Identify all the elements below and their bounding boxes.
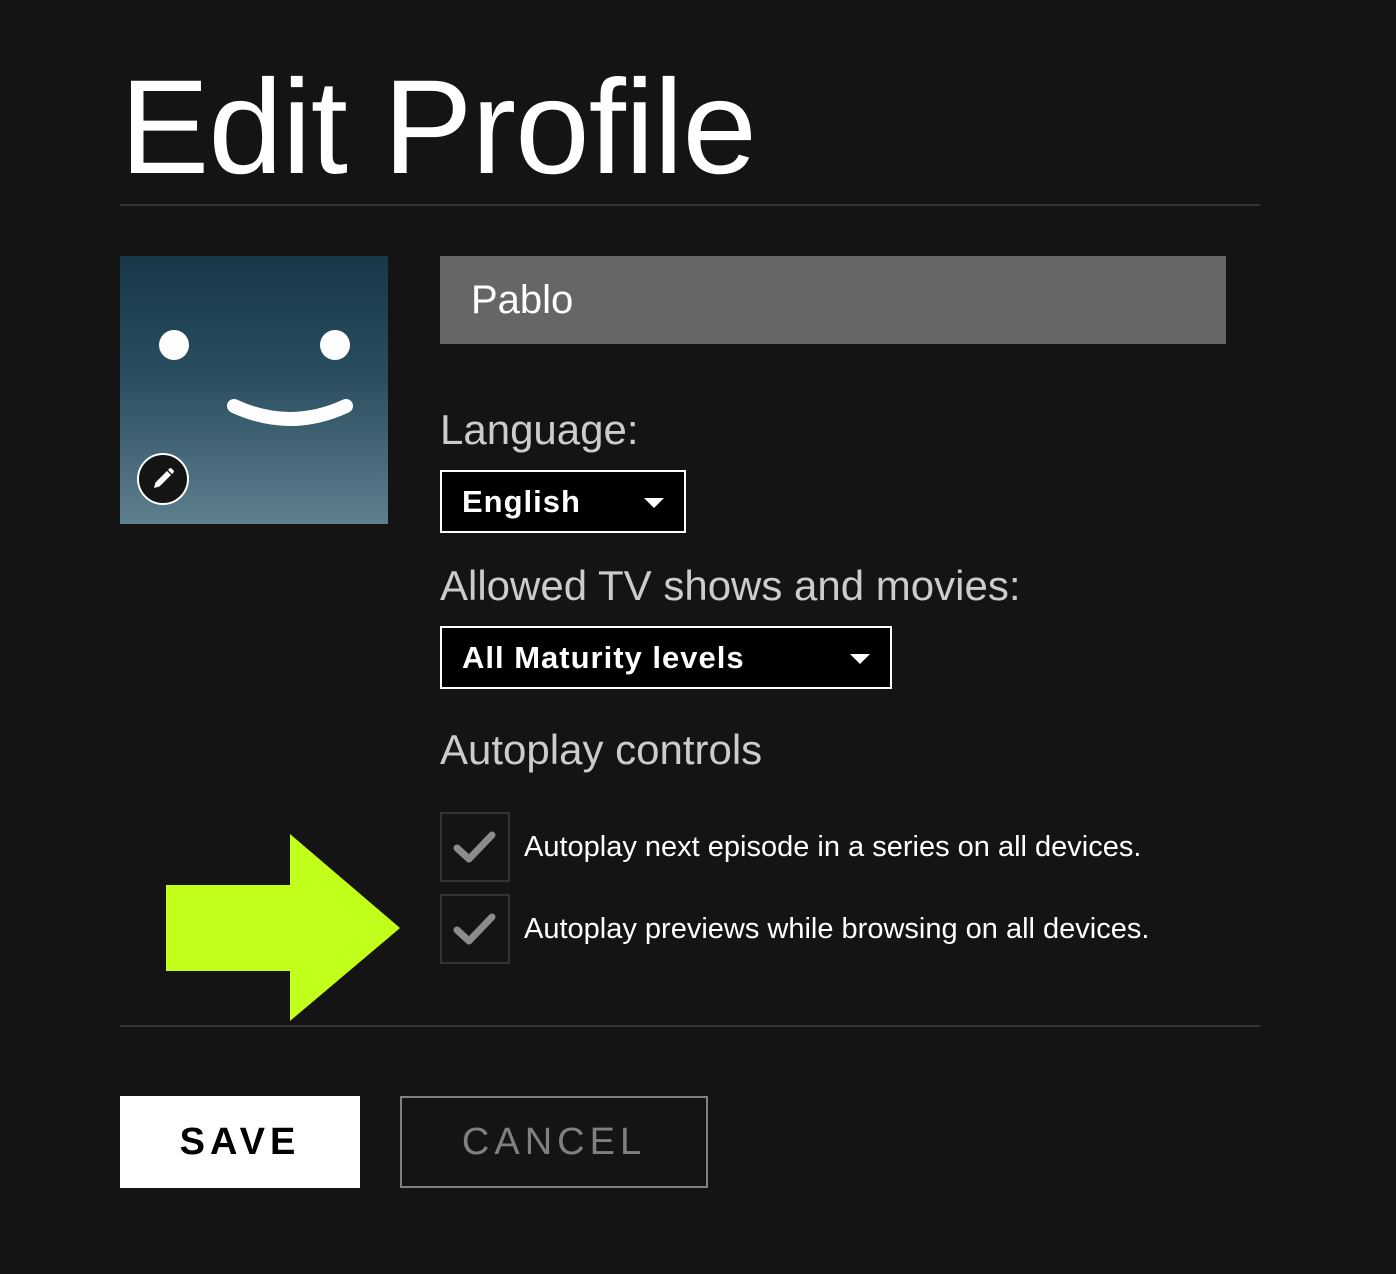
checkmark-icon bbox=[453, 913, 496, 945]
caret-down-icon bbox=[644, 498, 664, 508]
caret-down-icon bbox=[850, 654, 870, 664]
language-label: Language: bbox=[440, 406, 639, 453]
autoplay-next-episode-checkbox[interactable] bbox=[440, 812, 510, 882]
highlight-arrow-icon bbox=[166, 834, 400, 1021]
maturity-dropdown[interactable]: All Maturity levels bbox=[440, 626, 892, 689]
autoplay-previews-label[interactable]: Autoplay previews while browsing on all … bbox=[524, 913, 1149, 946]
footer-divider bbox=[120, 1025, 1260, 1027]
maturity-label: Allowed TV shows and movies: bbox=[440, 562, 1021, 609]
cancel-button[interactable]: CANCEL bbox=[400, 1096, 708, 1188]
autoplay-next-episode-option: Autoplay next episode in a series on all… bbox=[440, 812, 1141, 882]
autoplay-heading: Autoplay controls bbox=[440, 726, 763, 773]
language-dropdown[interactable]: English bbox=[440, 470, 686, 533]
pencil-icon bbox=[154, 468, 174, 488]
save-button[interactable]: SAVE bbox=[120, 1096, 360, 1188]
autoplay-previews-option: Autoplay previews while browsing on all … bbox=[440, 894, 1149, 964]
checkmark-icon bbox=[453, 831, 496, 863]
edit-avatar-button[interactable] bbox=[137, 453, 189, 505]
header-divider bbox=[120, 204, 1260, 206]
autoplay-previews-checkbox[interactable] bbox=[440, 894, 510, 964]
maturity-selected-value: All Maturity levels bbox=[462, 640, 745, 675]
autoplay-next-episode-label[interactable]: Autoplay next episode in a series on all… bbox=[524, 831, 1141, 864]
page-title: Edit Profile bbox=[120, 53, 757, 202]
profile-name-input[interactable] bbox=[440, 256, 1226, 344]
language-selected-value: English bbox=[462, 484, 581, 519]
